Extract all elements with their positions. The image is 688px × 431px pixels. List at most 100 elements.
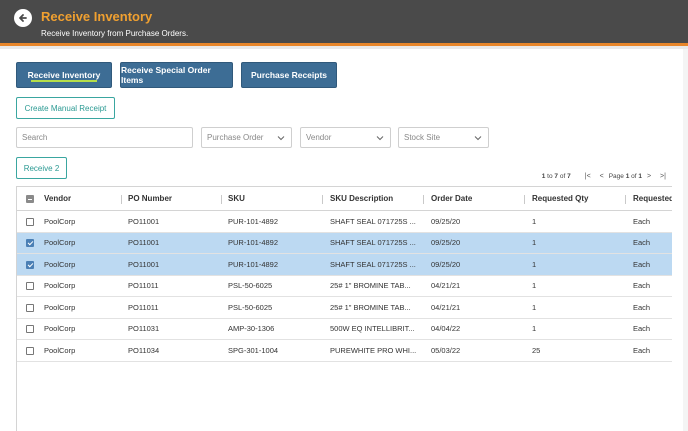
column-header-sku[interactable]: SKU	[228, 187, 245, 210]
row-checkbox[interactable]	[26, 282, 34, 290]
search-placeholder: Search	[22, 133, 48, 142]
prev-page-icon[interactable]: <	[595, 171, 609, 181]
cell-requested-uom: Each	[633, 216, 651, 226]
cell-requested-qty: 1	[532, 281, 537, 291]
column-divider[interactable]	[423, 195, 424, 204]
page-subtitle: Receive Inventory from Purchase Orders.	[41, 29, 189, 38]
row-checkbox[interactable]	[26, 239, 34, 247]
column-divider[interactable]	[322, 195, 323, 204]
cell-vendor: PoolCorp	[44, 259, 76, 269]
cell-requested-qty: 1	[532, 259, 537, 269]
cell-order-date: 09/25/20	[431, 238, 461, 248]
row-checkbox[interactable]	[26, 260, 34, 269]
cell-sku-description: SHAFT SEAL 071725S ...	[330, 216, 416, 226]
cell-vendor: PoolCorp	[44, 302, 76, 312]
stock-site-select[interactable]: Stock Site	[398, 127, 489, 148]
cell-po-number: PO11001	[128, 259, 160, 269]
cell-po-number: PO11001	[128, 216, 160, 226]
column-header-requested-uom[interactable]: Requested	[633, 187, 672, 210]
cell-po-number: PO11011	[128, 281, 159, 291]
cell-requested-uom: Each	[633, 302, 651, 312]
table-row[interactable]: PoolCorp PO11031 AMP-30-1306 500W EQ INTELL…	[17, 319, 672, 340]
table-row[interactable]: PoolCorp PO11034 SPG-301-1004 PUREWHITE PRO…	[17, 340, 672, 362]
cell-requested-qty: 25	[532, 345, 541, 355]
cell-requested-uom: Each	[633, 281, 651, 291]
cell-requested-qty: 1	[532, 302, 537, 312]
cell-requested-uom: Each	[633, 259, 651, 269]
table-row[interactable]: PoolCorp PO11011 PSL-50-6025 25# 1" BROMINE…	[17, 276, 672, 297]
tab-label: Purchase Receipts	[250, 70, 328, 80]
cell-order-date: 04/04/22	[431, 324, 461, 334]
page-label: Page	[608, 172, 624, 180]
tab-purchase-receipts[interactable]: Purchase Receipts	[241, 62, 337, 88]
cell-requested-qty: 1	[532, 216, 537, 226]
select-all-checkbox[interactable]	[26, 195, 34, 203]
page-title: Receive Inventory	[41, 9, 153, 24]
cell-po-number: PO11011	[128, 302, 159, 312]
table-header: Vendor PO Number SKU SKU Description Ord…	[17, 187, 672, 211]
cell-requested-qty: 1	[532, 324, 537, 334]
cell-vendor: PoolCorp	[44, 238, 76, 248]
row-checkbox[interactable]	[26, 325, 34, 333]
create-manual-receipt-button[interactable]: Create Manual Receipt	[16, 97, 115, 119]
column-header-sku-description[interactable]: SKU Description	[330, 187, 393, 210]
cell-sku-description: 500W EQ INTELLIBRIT...	[330, 324, 415, 334]
scrollbar[interactable]	[683, 49, 688, 431]
cell-requested-uom: Each	[633, 345, 651, 355]
cell-vendor: PoolCorp	[44, 345, 76, 355]
cell-sku-description: 25# 1" BROMINE TAB...	[330, 281, 411, 291]
cell-sku: PSL-50-6025	[228, 281, 273, 291]
cell-sku-description: PUREWHITE PRO WHI...	[330, 345, 417, 355]
next-page-icon[interactable]: >	[642, 171, 656, 181]
column-divider[interactable]	[121, 195, 122, 204]
cell-po-number: PO11034	[128, 345, 160, 355]
row-checkbox[interactable]	[26, 303, 34, 312]
table-row[interactable]: PoolCorp PO11001 PUR-101-4892 SHAFT SEAL 07…	[17, 232, 672, 254]
cell-sku-description: 25# 1" BROMINE TAB...	[330, 302, 411, 312]
cell-sku: PUR-101-4892	[228, 216, 279, 226]
back-button[interactable]	[14, 9, 32, 27]
vendor-select[interactable]: Vendor	[300, 127, 391, 148]
chevron-down-icon	[277, 136, 285, 141]
chevron-down-icon	[474, 136, 482, 141]
tab-label: Receive Special Order Items	[121, 65, 211, 85]
receive-button[interactable]: Receive 2	[16, 157, 67, 179]
cell-requested-uom: Each	[633, 238, 651, 248]
column-divider[interactable]	[221, 195, 222, 204]
range-to: to	[547, 172, 553, 180]
column-header-po-number[interactable]: PO Number	[128, 187, 172, 210]
page-header: Receive Inventory Receive Inventory from…	[0, 0, 688, 46]
cell-order-date: 04/21/21	[431, 281, 461, 291]
column-divider[interactable]	[524, 195, 525, 204]
last-page-icon[interactable]: >|	[656, 171, 670, 181]
cell-sku-description: SHAFT SEAL 071725S ...	[330, 238, 416, 248]
main-panel: Receive Inventory Receive Special Order …	[0, 49, 688, 431]
cell-sku: SPG-301-1004	[228, 345, 279, 355]
app-window: Receive Inventory Receive Inventory from…	[0, 0, 688, 431]
table-row[interactable]: PoolCorp PO11011 PSL-50-6025 25# 1" BROMINE…	[17, 297, 672, 319]
column-header-order-date[interactable]: Order Date	[431, 187, 472, 210]
cell-requested-uom: Each	[633, 324, 651, 334]
cell-po-number: PO11001	[128, 238, 160, 248]
table-row[interactable]: PoolCorp PO11001 PUR-101-4892 SHAFT SEAL 07…	[17, 211, 672, 233]
cell-vendor: PoolCorp	[44, 216, 76, 226]
tab-receive-inventory[interactable]: Receive Inventory	[16, 62, 112, 88]
purchase-order-select[interactable]: Purchase Order	[201, 127, 292, 148]
row-checkbox[interactable]	[26, 217, 34, 226]
first-page-icon[interactable]: |<	[581, 171, 595, 181]
range-start: 1	[541, 172, 546, 180]
tab-receive-special-order-items[interactable]: Receive Special Order Items	[120, 62, 233, 88]
pagination: 1 to 7 of 7 |< < Page 1 of 1 > >|	[542, 171, 670, 181]
range-of: of	[559, 172, 566, 180]
column-header-requested-qty[interactable]: Requested Qty	[532, 187, 588, 210]
column-header-vendor[interactable]: Vendor	[44, 187, 71, 210]
table-row[interactable]: PoolCorp PO11001 PUR-101-4892 SHAFT SEAL 07…	[17, 254, 672, 276]
row-checkbox[interactable]	[26, 346, 34, 355]
column-divider[interactable]	[625, 195, 626, 204]
cell-order-date: 05/03/22	[431, 345, 461, 355]
cell-order-date: 09/25/20	[431, 259, 461, 269]
stock-site-label: Stock Site	[404, 133, 441, 142]
search-input[interactable]: Search	[16, 127, 193, 148]
page-current: 1	[625, 172, 630, 180]
cell-sku: PUR-101-4892	[228, 238, 279, 248]
